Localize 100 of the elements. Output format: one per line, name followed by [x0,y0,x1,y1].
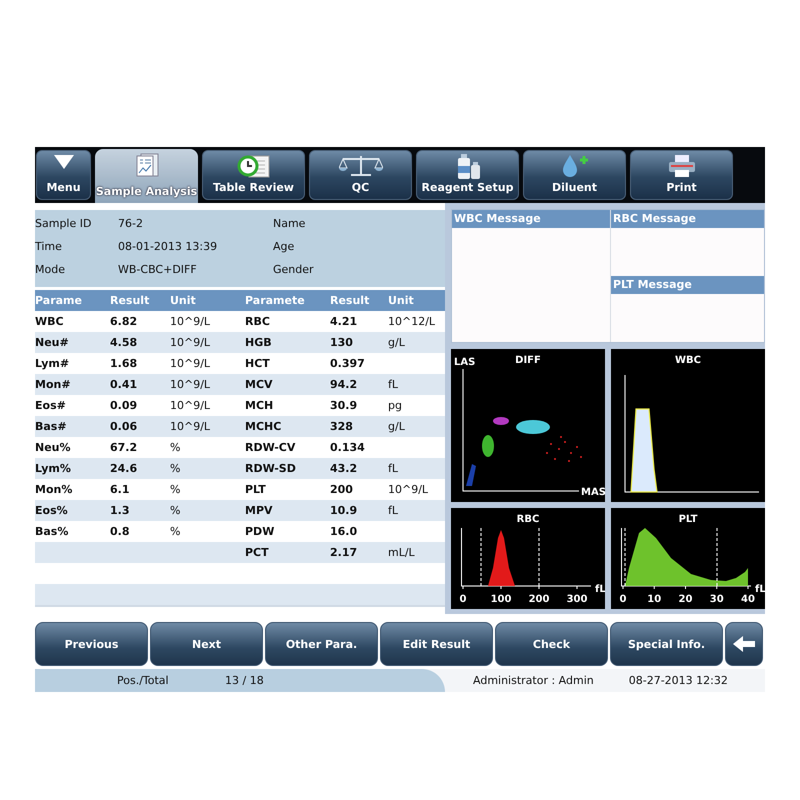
field-label: Age [273,240,296,253]
unit-label: fL [388,374,445,395]
unit-label: mL/L [388,542,445,563]
toolbar-tab[interactable]: Print [630,150,733,200]
result-value: 94.2 [330,374,388,395]
field-value: WB-CBC+DIFF [118,262,198,276]
toolbar-tab[interactable]: Diluent [523,150,626,200]
action-button[interactable]: Check [495,622,608,666]
parameter-name: Lym% [35,458,110,479]
result-value: 0.397 [330,356,366,372]
result-value: 67.2 [110,440,138,456]
action-button[interactable]: Special Info. [610,622,723,666]
action-button[interactable]: Previous [35,622,148,666]
parameter-name: Lym# [35,356,70,372]
tick-label: 300 [566,594,588,605]
parameter-name: RDW-SD [245,458,330,479]
action-button[interactable]: Next [150,622,263,666]
axis-label: LAS [454,356,476,368]
result-value: 130 [330,332,388,353]
result-value: 24.6 [110,458,170,479]
back-button[interactable] [725,622,763,666]
result-value: 43.2 [330,458,388,479]
parameter-name: WBC [35,314,65,330]
tick-label: 20 [678,594,692,605]
menu-icon [52,154,74,170]
toolbar-tab[interactable]: Menu [36,150,91,200]
tick-label: 100 [490,594,512,605]
tick-label: 200 [528,594,550,605]
parameter-name: RDW-CV [245,440,296,456]
unit-label: fL [388,458,445,479]
action-button[interactable]: Edit Result [380,622,493,666]
column-header: Parame [35,290,110,311]
toolbar-tab[interactable]: Reagent Setup [416,150,519,200]
result-value: 16.0 [330,524,358,540]
column-header: Unit [388,290,445,311]
axis-label: MAS [581,486,605,498]
result-value: 30.9 [330,398,358,414]
unit-label: % [170,500,245,521]
document-chart-icon [134,152,160,178]
unit-label: 10^12/L [388,314,436,330]
position-label: Pos./Total [117,674,170,688]
toolbar-tab[interactable]: Table Review [202,150,305,200]
field-label: Name [273,216,306,230]
action-button[interactable]: Other Para. [265,622,378,666]
unit-label: 10^9/L [388,482,430,498]
parameter-name: Mon# [35,374,110,395]
tick-label: 0 [620,594,626,605]
unit-label: % [170,482,182,498]
cell-cluster [516,420,550,434]
parameter-name: RBC [245,314,271,330]
result-value: 10.9 [330,500,388,521]
field-label: Sample ID [35,216,92,230]
parameter-name: Eos% [35,500,110,521]
balance-scale-icon [338,154,382,176]
parameter-name: Neu% [35,440,72,456]
result-value: 1.68 [110,356,138,372]
message-header: RBC Message [611,210,764,228]
chart-title: WBC [675,354,701,366]
result-value: 200 [330,482,354,498]
unit-label: 10^9/L [170,374,245,395]
field-value: 08-01-2013 13:39 [118,240,218,253]
toolbar-tab[interactable]: QC [309,150,412,200]
tick-label: 0 [460,594,466,605]
reagent-bottles-icon [456,154,480,180]
parameter-name: Neu# [35,332,110,353]
unit-label: fL [595,584,605,595]
cell-cluster [466,464,476,486]
result-value: 0.8 [110,524,130,540]
unit-label: 10^9/L [170,416,245,437]
parameter-name: PDW [245,524,276,540]
printer-icon [668,154,696,178]
message-header: WBC Message [452,210,610,228]
field-label: Time [35,240,63,253]
unit-label: 10^9/L [170,332,245,353]
unit-label: pg [388,398,403,414]
parameter-name: Bas# [35,416,110,437]
unit-label: 10^9/L [170,314,212,330]
chart-title: DIFF [515,354,541,366]
back-arrow-icon [732,635,756,654]
result-value: 2.17 [330,542,388,563]
tick-label: 40 [741,594,755,605]
field-label: Gender [273,262,315,276]
field-value: 76-2 [118,216,144,230]
result-value: 328 [330,416,388,437]
result-value: 1.3 [110,500,170,521]
unit-label: % [170,458,245,479]
unit-label: % [170,524,182,540]
result-value: 4.21 [330,314,358,330]
clock-document-icon [236,154,270,178]
parameter-name: MCHC [245,416,330,437]
chart-title: RBC [516,514,540,525]
unit-label: 10^9/L [170,398,212,414]
message-header: PLT Message [611,276,764,294]
unit-label: g/L [388,416,445,437]
chart-title: PLT [678,514,698,525]
tick-label: 30 [710,594,724,605]
parameter-name: MCV [245,374,330,395]
parameter-name: MCH [245,398,274,414]
result-value: 0.06 [110,416,170,437]
parameter-name: HCT [245,356,271,372]
